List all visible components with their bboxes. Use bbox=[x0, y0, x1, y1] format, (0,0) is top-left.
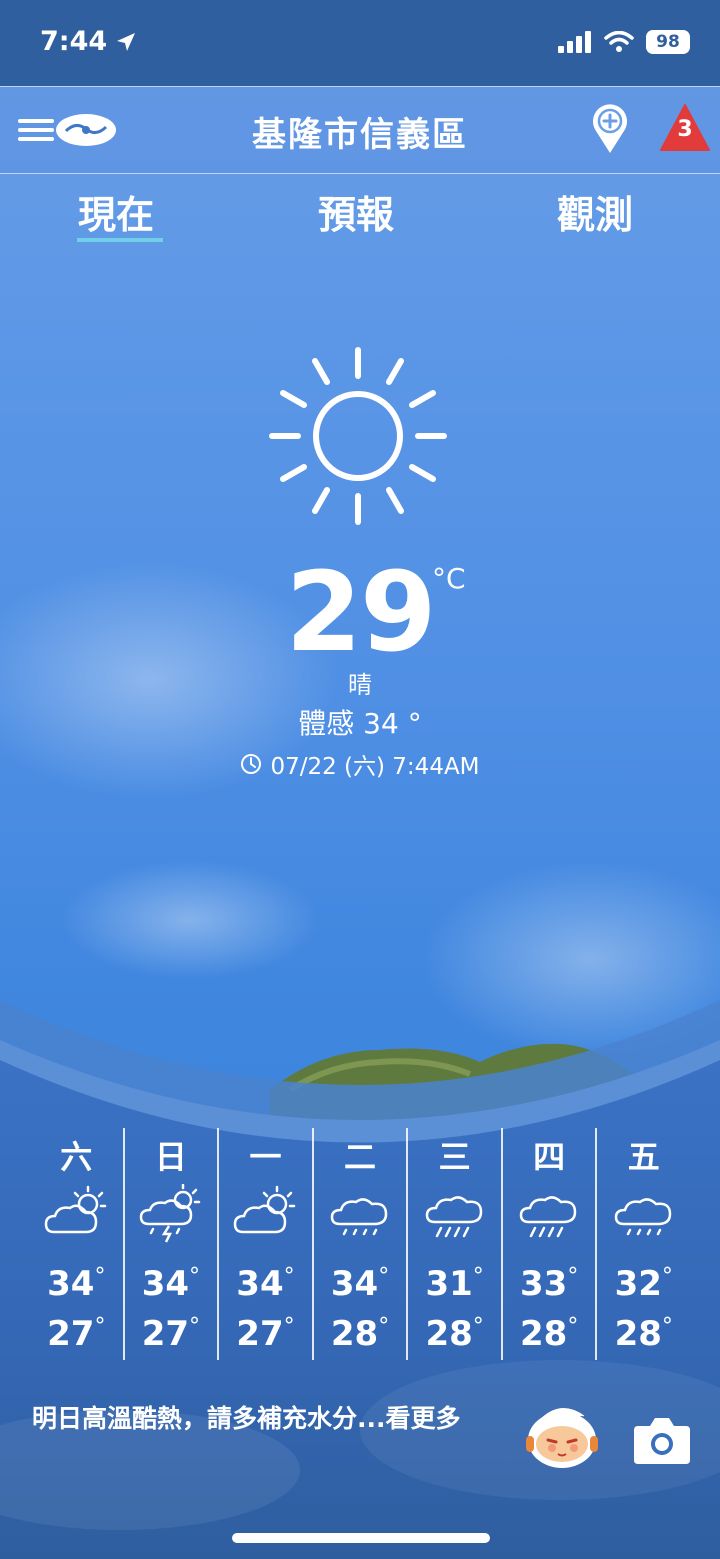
tab-forecast[interactable]: 預報 bbox=[318, 184, 394, 239]
forecast-day-name: 五 bbox=[627, 1138, 660, 1176]
observation-time: 07/22 (六) 7:44AM bbox=[0, 747, 720, 781]
mascot-icon[interactable] bbox=[522, 1400, 602, 1472]
forecast-high: 32° bbox=[614, 1264, 673, 1304]
battery-icon: 98 bbox=[646, 30, 690, 54]
forecast-day[interactable]: 一 34° 27° bbox=[217, 1128, 312, 1360]
forecast-high: 33° bbox=[520, 1264, 579, 1304]
forecast-day[interactable]: 二 34° 28° bbox=[311, 1128, 407, 1360]
partly-cloudy-icon bbox=[45, 1185, 107, 1234]
forecast-high: 34° bbox=[236, 1264, 295, 1304]
status-time: 7:44 bbox=[40, 26, 108, 57]
observation-time-text: 07/22 (六) 7:44AM bbox=[270, 754, 480, 780]
warning-alert-button[interactable]: 3 bbox=[660, 103, 710, 153]
cloud-light-rain-icon bbox=[614, 1198, 672, 1236]
forecast-low: 28° bbox=[425, 1314, 484, 1354]
forecast-day[interactable]: 日 34° 27° bbox=[122, 1128, 218, 1360]
tab-observation[interactable]: 觀測 bbox=[557, 184, 633, 239]
rain-icon bbox=[425, 1196, 482, 1238]
thunderstorm-sun-icon bbox=[139, 1184, 201, 1243]
wifi-icon bbox=[604, 31, 634, 52]
rain-icon bbox=[519, 1196, 577, 1238]
forecast-high: 34° bbox=[330, 1264, 390, 1304]
forecast-day-name: 三 bbox=[438, 1138, 471, 1176]
partly-cloudy-icon bbox=[234, 1185, 296, 1234]
forecast-low: 27° bbox=[141, 1314, 201, 1354]
forecast-high: 34° bbox=[141, 1264, 201, 1304]
add-location-icon[interactable] bbox=[590, 103, 630, 155]
weekly-forecast[interactable]: 六 34° 27° 日 34° 27° 一 34° 27° 二 34° 28° … bbox=[30, 1128, 690, 1360]
forecast-low: 28° bbox=[520, 1314, 579, 1354]
forecast-day-name: 六 bbox=[60, 1138, 93, 1176]
forecast-day-name: 二 bbox=[344, 1138, 377, 1176]
status-indicators: 98 bbox=[558, 30, 690, 54]
forecast-low: 28° bbox=[330, 1314, 390, 1354]
forecast-day[interactable]: 四 33° 28° bbox=[500, 1128, 596, 1360]
top-bar: 基隆市信義區 3 bbox=[0, 86, 720, 174]
forecast-high: 34° bbox=[47, 1264, 106, 1304]
forecast-day[interactable]: 三 31° 28° bbox=[406, 1128, 501, 1360]
clock-icon bbox=[241, 754, 262, 774]
forecast-day[interactable]: 六 34° 27° bbox=[30, 1128, 123, 1360]
forecast-low: 27° bbox=[236, 1314, 295, 1354]
weather-condition: 晴 bbox=[348, 671, 372, 699]
cellular-signal-icon bbox=[558, 31, 591, 53]
temperature-unit: °C bbox=[432, 562, 466, 595]
app-screen: 7:44 98 基隆市信義區 3 現在 預報 觀測 29 °C 晴 體感 34 … bbox=[0, 0, 720, 1559]
forecast-day-name: 一 bbox=[249, 1138, 282, 1176]
cloud-light-rain-icon bbox=[330, 1198, 388, 1236]
status-bar: 7:44 98 bbox=[0, 0, 720, 86]
camera-icon[interactable] bbox=[632, 1412, 692, 1466]
sun-icon bbox=[269, 347, 447, 525]
feels-like: 體感 34 ° bbox=[298, 707, 422, 740]
weather-tip-link[interactable]: 明日高溫酷熱，請多補充水分...看更多 bbox=[32, 1402, 512, 1436]
location-arrow-icon bbox=[117, 33, 135, 51]
forecast-high: 31° bbox=[425, 1264, 484, 1304]
home-indicator[interactable] bbox=[232, 1533, 490, 1543]
tab-now[interactable]: 現在 bbox=[78, 184, 154, 239]
current-temperature: 29 bbox=[285, 548, 436, 676]
active-tab-indicator bbox=[77, 238, 163, 242]
forecast-day[interactable]: 五 32° 28° bbox=[595, 1128, 690, 1360]
alert-count-badge: 3 bbox=[677, 117, 693, 142]
forecast-day-name: 四 bbox=[533, 1138, 566, 1176]
forecast-low: 28° bbox=[614, 1314, 673, 1354]
forecast-day-name: 日 bbox=[154, 1138, 187, 1176]
forecast-low: 27° bbox=[47, 1314, 106, 1354]
